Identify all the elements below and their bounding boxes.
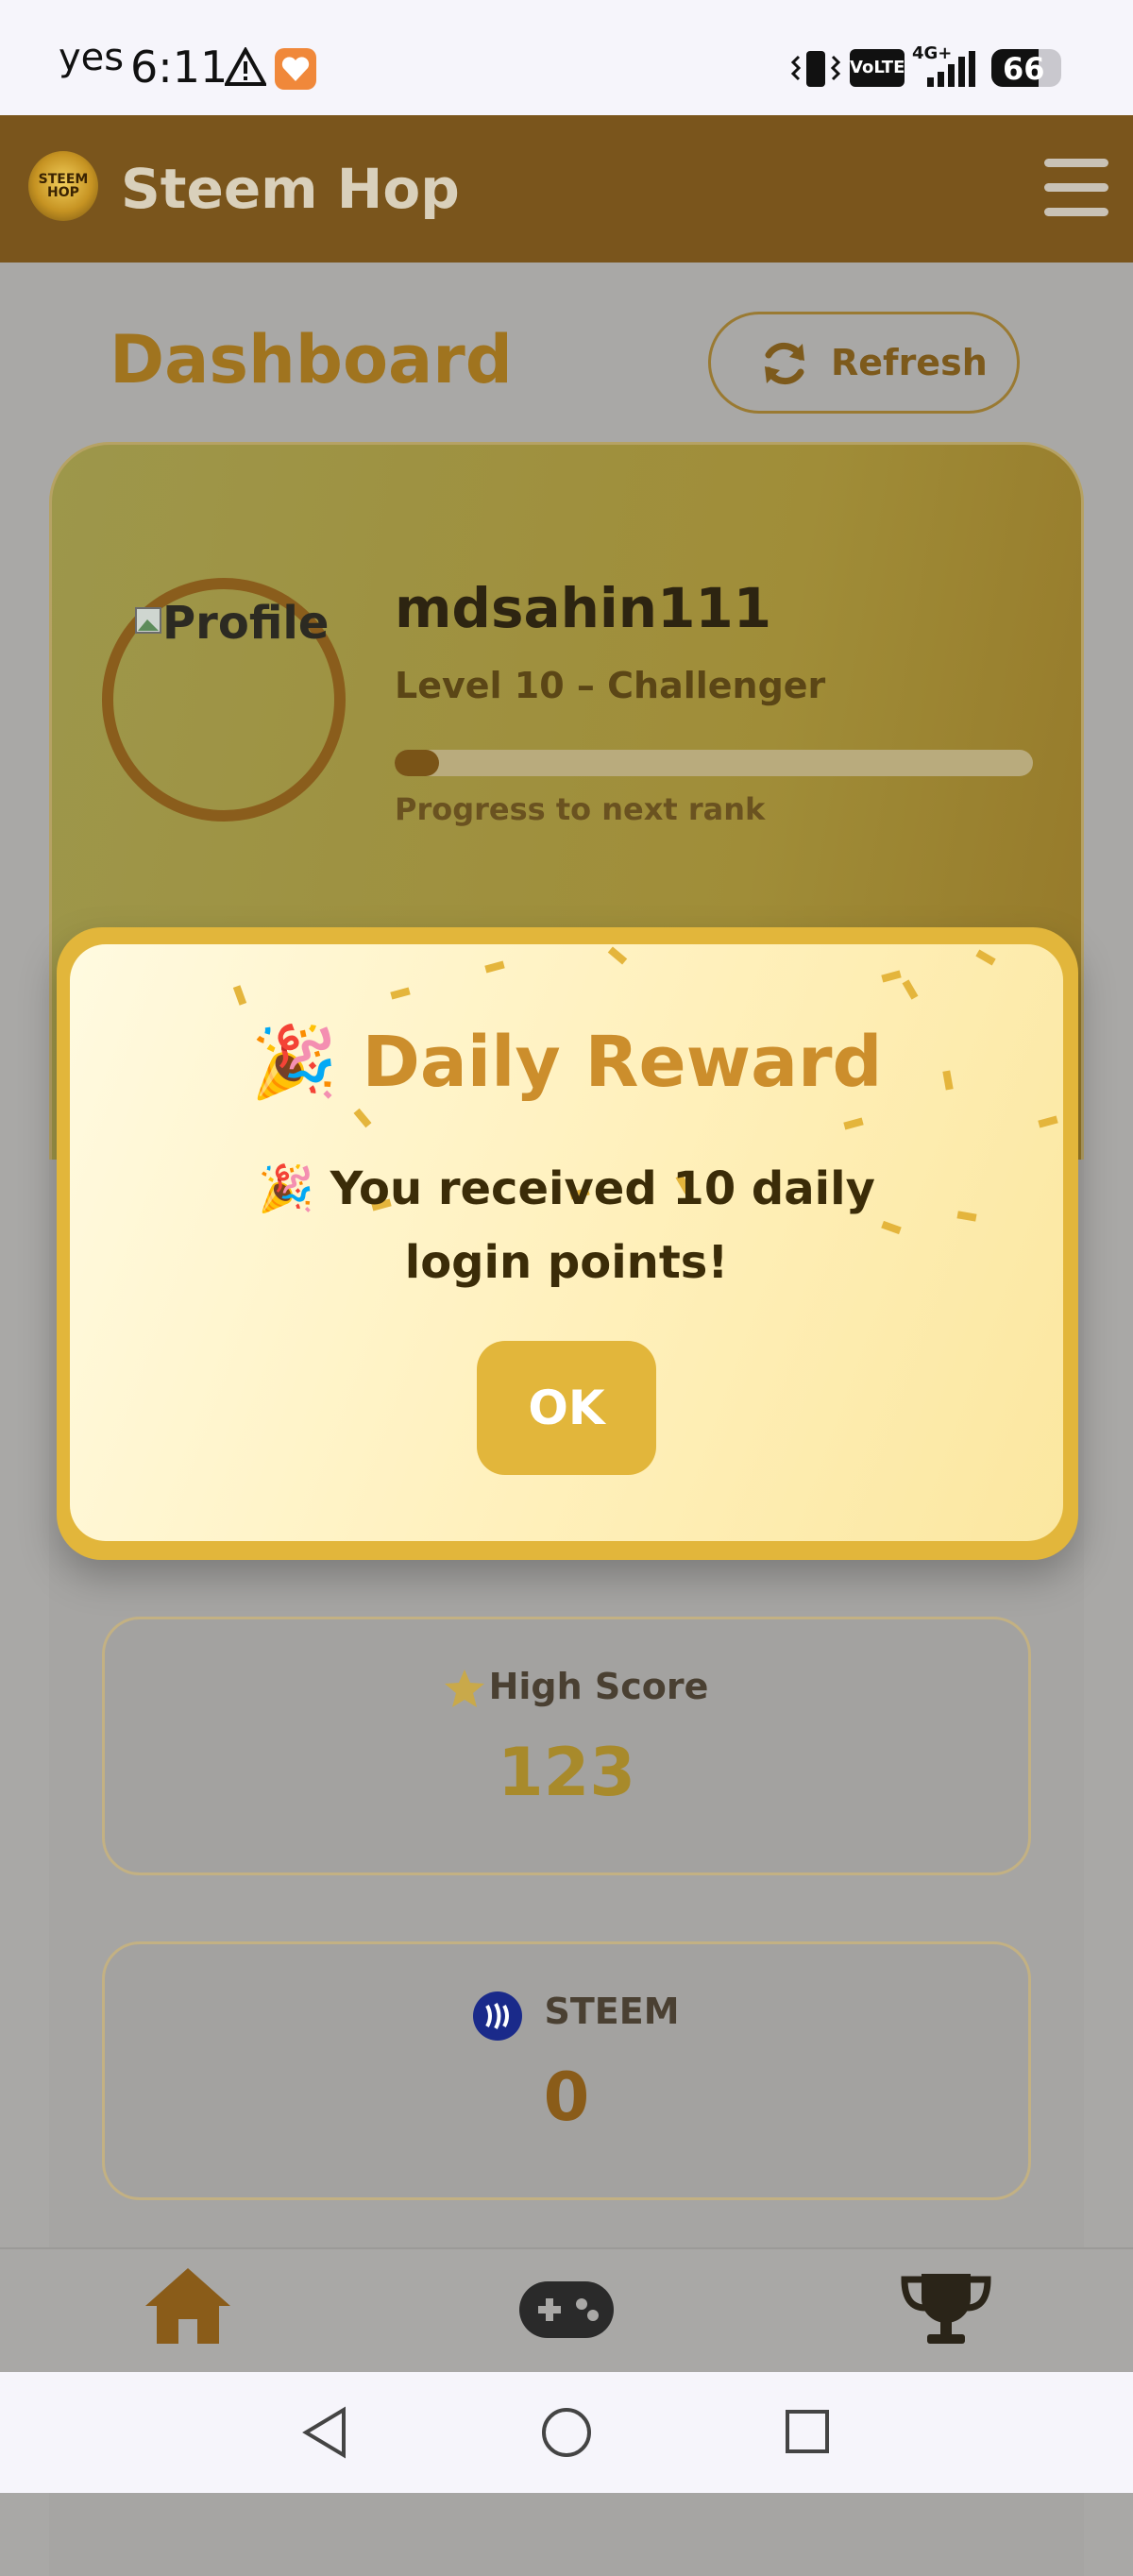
progress-label: Progress to next rank [395, 791, 766, 827]
warning-icon [225, 47, 266, 86]
recents-icon[interactable] [784, 2408, 831, 2455]
volte-badge: VoLTE [850, 49, 905, 87]
page-title: Dashboard [110, 321, 513, 398]
battery-level: 66 [1003, 51, 1045, 87]
trophy-icon[interactable] [901, 2270, 991, 2346]
refresh-button-label: Refresh [831, 342, 988, 383]
menu-button[interactable] [1044, 159, 1108, 216]
clock: 6:11 [130, 42, 228, 93]
high-score-value: 123 [497, 1734, 636, 1811]
logo-text: STEEM HOP [38, 172, 89, 200]
steem-label: STEEM [544, 1991, 680, 2032]
broken-image-icon [135, 607, 161, 634]
dialog-title-text: Daily Reward [362, 1022, 883, 1103]
home-icon[interactable] [144, 2266, 232, 2346]
party-popper-icon: 🎉 [258, 1162, 314, 1215]
username: mdsahin111 [395, 576, 772, 640]
ok-button-label: OK [528, 1381, 605, 1435]
dialog-message: 🎉 You received 10 daily login points! [189, 1152, 944, 1299]
signal-icon [927, 51, 975, 87]
home-circle-icon[interactable] [540, 2406, 593, 2459]
dialog-title: 🎉 Daily Reward [70, 1022, 1063, 1104]
high-score-label: High Score [488, 1666, 709, 1707]
avatar-alt-text: Profile [162, 597, 330, 650]
back-icon[interactable] [300, 2406, 349, 2459]
refresh-icon [765, 342, 804, 385]
app-notification-icon [275, 48, 316, 90]
vibrate-icon [790, 51, 841, 87]
party-popper-icon: 🎉 [250, 1022, 338, 1103]
rank-progress-bar [395, 750, 1033, 776]
dialog-message-text: You received 10 daily login points! [330, 1162, 875, 1289]
gamepad-icon[interactable] [517, 2279, 616, 2340]
steem-value: 0 [543, 2059, 590, 2136]
user-level: Level 10 – Challenger [395, 665, 826, 706]
rank-progress-fill [395, 750, 440, 776]
app-title: Steem Hop [121, 157, 460, 221]
carrier-label: yes [59, 36, 125, 79]
